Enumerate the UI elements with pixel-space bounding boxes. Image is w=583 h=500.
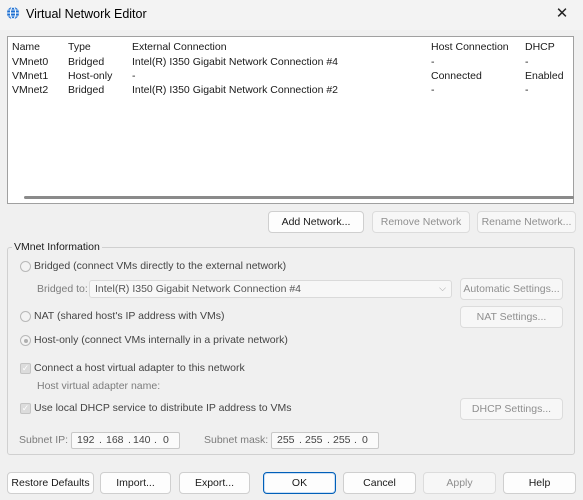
row-name: VMnet1 — [12, 70, 49, 82]
subnet-mask-field[interactable]: 255 . 255 . 255 . 0 — [271, 432, 379, 449]
restore-defaults-button[interactable]: Restore Defaults — [7, 472, 94, 494]
dhcp-label: Use local DHCP service to distribute IP … — [34, 402, 292, 414]
nat-settings-button[interactable]: NAT Settings... — [460, 306, 563, 328]
table-row[interactable]: VMnet2 Bridged Intel(R) I350 Gigabit Net… — [8, 83, 573, 98]
connect-adapter-label: Connect a host virtual adapter to this n… — [34, 362, 245, 374]
row-external-connection: Intel(R) I350 Gigabit Network Connection… — [132, 84, 339, 96]
title-bar: Virtual Network Editor ✕ — [0, 0, 583, 30]
row-type: Bridged — [68, 84, 105, 96]
row-name: VMnet2 — [12, 84, 49, 96]
row-dhcp: Enabled — [525, 70, 564, 82]
subnet-mask-octet-4: 0 — [362, 434, 368, 446]
table-row[interactable]: VMnet1 Host-only - Connected Enabled — [8, 69, 573, 84]
row-dhcp: - — [525, 56, 529, 68]
apply-button[interactable]: Apply — [423, 472, 496, 494]
bridged-to-select[interactable]: Intel(R) I350 Gigabit Network Connection… — [89, 280, 452, 298]
column-header-type[interactable]: Type — [68, 40, 91, 55]
window-title: Virtual Network Editor — [26, 7, 147, 21]
import-button[interactable]: Import... — [100, 472, 171, 494]
subnet-ip-field[interactable]: 192 . 168 . 140 . 0 — [71, 432, 180, 449]
network-globe-icon — [7, 6, 19, 20]
bridged-to-label: Bridged to: — [37, 283, 88, 295]
ok-button[interactable]: OK — [263, 472, 336, 494]
subnet-ip-octet-4: 0 — [163, 434, 169, 446]
row-type: Host-only — [68, 70, 113, 82]
bridged-radio[interactable] — [20, 261, 31, 272]
subnet-mask-octet-2: 255 — [305, 434, 323, 446]
table-header: Name Type External Connection Host Conne… — [8, 40, 573, 55]
bridged-to-value: Intel(R) I350 Gigabit Network Connection… — [95, 283, 302, 295]
subnet-mask-octet-3: 255 — [333, 434, 351, 446]
export-button[interactable]: Export... — [179, 472, 250, 494]
column-header-host-connection[interactable]: Host Connection — [431, 40, 509, 55]
subnet-ip-octet-2: 168 — [106, 434, 124, 446]
help-button[interactable]: Help — [503, 472, 576, 494]
automatic-settings-button[interactable]: Automatic Settings... — [460, 278, 563, 300]
host-only-label: Host-only (connect VMs internally in a p… — [34, 334, 288, 346]
close-icon[interactable]: ✕ — [547, 3, 577, 25]
row-name: VMnet0 — [12, 56, 49, 68]
subnet-mask-label: Subnet mask: — [204, 434, 269, 446]
nat-label: NAT (shared host's IP address with VMs) — [34, 310, 225, 322]
subnet-mask-octet-1: 255 — [277, 434, 295, 446]
host-only-radio[interactable] — [20, 335, 31, 346]
subnet-ip-octet-1: 192 — [77, 434, 95, 446]
column-header-external-connection[interactable]: External Connection — [132, 40, 227, 55]
cancel-button[interactable]: Cancel — [343, 472, 416, 494]
row-host-connection: Connected — [431, 70, 482, 82]
row-external-connection: Intel(R) I350 Gigabit Network Connection… — [132, 56, 339, 68]
add-network-button[interactable]: Add Network... — [268, 211, 364, 233]
dhcp-settings-button[interactable]: DHCP Settings... — [460, 398, 563, 420]
adapter-name-label: Host virtual adapter name: — [37, 380, 161, 392]
row-dhcp: - — [525, 84, 529, 96]
dhcp-checkbox[interactable]: ✓ — [20, 403, 31, 414]
column-header-name[interactable]: Name — [12, 40, 40, 55]
bridged-label: Bridged (connect VMs directly to the ext… — [34, 260, 287, 272]
vmnet-list[interactable]: Name Type External Connection Host Conne… — [7, 36, 574, 204]
row-type: Bridged — [68, 56, 105, 68]
horizontal-scrollbar[interactable] — [24, 196, 574, 199]
row-host-connection: - — [431, 56, 435, 68]
subnet-ip-label: Subnet IP: — [19, 434, 69, 446]
nat-radio[interactable] — [20, 311, 31, 322]
vmnet-information-title: VMnet Information — [12, 241, 102, 253]
column-header-dhcp[interactable]: DHCP — [525, 40, 555, 55]
row-external-connection: - — [132, 70, 136, 82]
subnet-ip-octet-3: 140 — [133, 434, 151, 446]
chevron-down-icon: ⌵ — [439, 283, 446, 293]
row-host-connection: - — [431, 84, 435, 96]
connect-adapter-checkbox[interactable]: ✓ — [20, 363, 31, 374]
rename-network-button[interactable]: Rename Network... — [477, 211, 576, 233]
remove-network-button[interactable]: Remove Network — [372, 211, 470, 233]
table-row[interactable]: VMnet0 Bridged Intel(R) I350 Gigabit Net… — [8, 55, 573, 70]
